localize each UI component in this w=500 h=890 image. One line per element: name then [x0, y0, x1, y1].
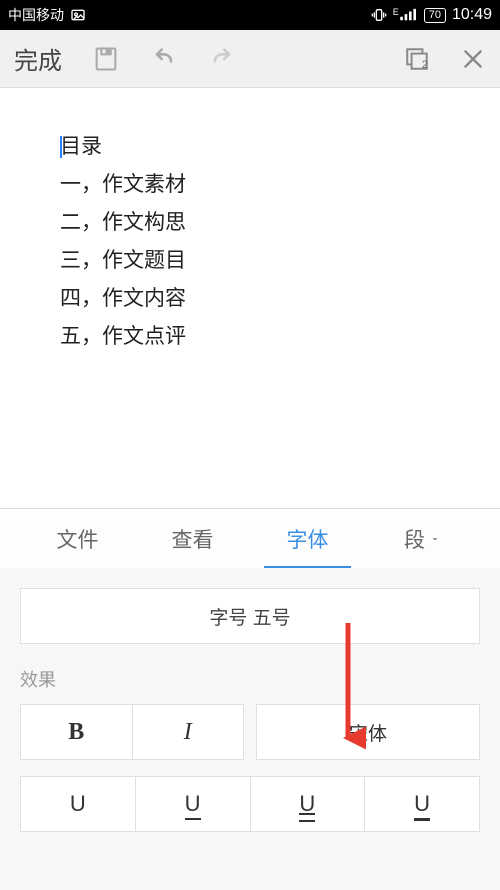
- document-line: 三，作文题目: [60, 242, 480, 280]
- chevron-down-icon: [429, 533, 441, 545]
- document-line: 目录: [60, 128, 480, 166]
- effects-label: 效果: [20, 666, 480, 692]
- document-line: 四，作文内容: [60, 280, 480, 318]
- underline-none-button[interactable]: U: [20, 776, 136, 832]
- redo-icon[interactable]: [208, 45, 236, 73]
- tab-paragraph-label: 段: [404, 524, 425, 554]
- tab-view[interactable]: 查看: [135, 510, 250, 568]
- pages-button[interactable]: 2: [404, 46, 430, 72]
- vibrate-icon: [371, 7, 387, 23]
- font-family-button[interactable]: 宋体: [256, 704, 480, 760]
- document-line: 五，作文点评: [60, 318, 480, 356]
- clock-label: 10:49: [452, 6, 492, 24]
- tab-font[interactable]: 字体: [250, 510, 365, 568]
- pages-count: 2: [422, 59, 428, 71]
- document-editor[interactable]: 目录 一，作文素材 二，作文构思 三，作文题目 四，作文内容 五，作文点评: [0, 88, 500, 508]
- undo-icon[interactable]: [150, 45, 178, 73]
- app-toolbar: 完成 2: [0, 30, 500, 88]
- bold-button[interactable]: B: [20, 704, 133, 760]
- battery-level: 70: [424, 8, 446, 23]
- font-size-button[interactable]: 字号 五号: [20, 588, 480, 644]
- close-button[interactable]: [460, 46, 486, 72]
- italic-button[interactable]: I: [133, 704, 245, 760]
- picture-icon: [70, 7, 86, 23]
- tab-bar: 文件 查看 字体 段: [0, 508, 500, 568]
- document-line: 二，作文构思: [60, 204, 480, 242]
- status-bar: 中国移动 E 70 10:49: [0, 0, 500, 30]
- underline-thick-button[interactable]: U: [365, 776, 480, 832]
- underline-single-button[interactable]: U: [136, 776, 251, 832]
- signal-icon: E: [393, 8, 418, 22]
- carrier-label: 中国移动: [8, 5, 64, 25]
- document-line: 一，作文素材: [60, 166, 480, 204]
- save-icon[interactable]: [92, 45, 120, 73]
- tab-file[interactable]: 文件: [20, 510, 135, 568]
- tab-paragraph[interactable]: 段: [365, 510, 480, 568]
- underline-double-button[interactable]: U: [251, 776, 366, 832]
- done-button[interactable]: 完成: [14, 41, 72, 76]
- font-panel: 字号 五号 效果 B I 宋体 U U U U: [0, 568, 500, 890]
